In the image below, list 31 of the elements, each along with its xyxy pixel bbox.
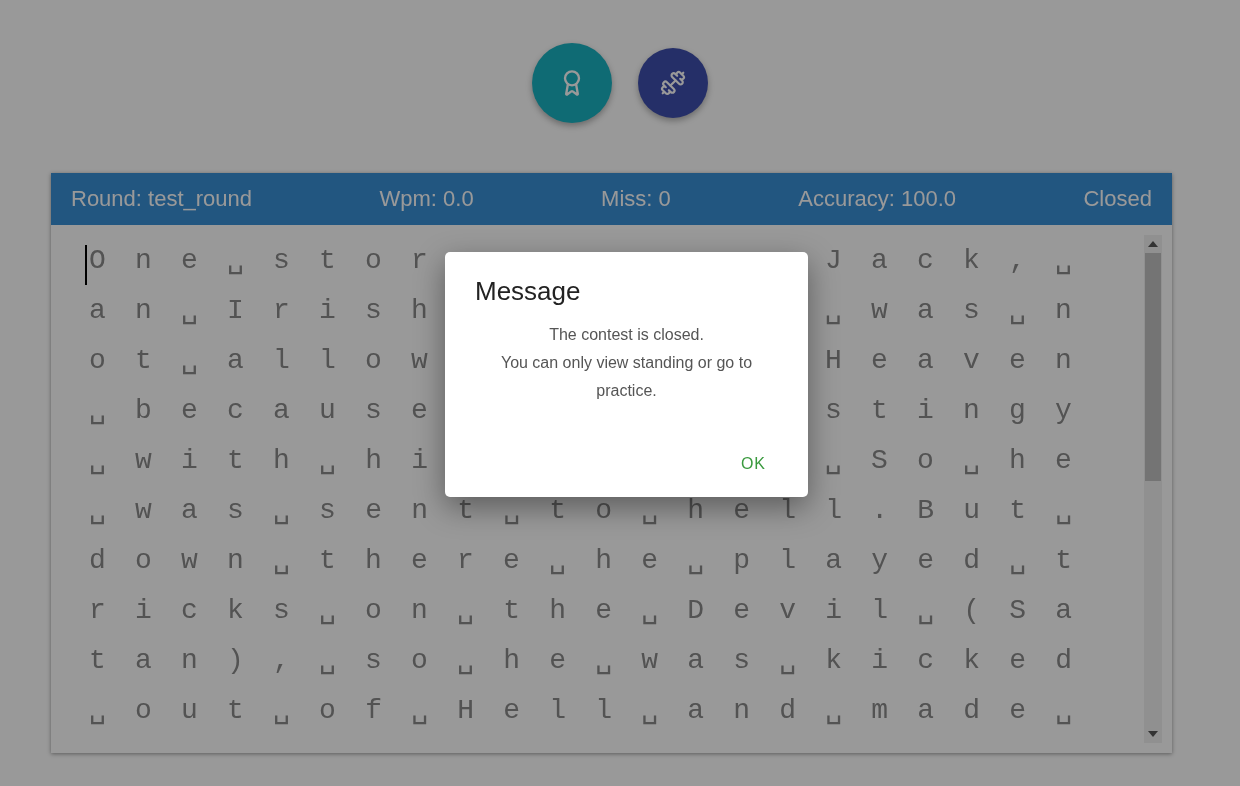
dumbbell-icon [660, 70, 686, 96]
practice-button[interactable] [638, 48, 708, 118]
typing-text: ot␣allow [89, 344, 458, 378]
stat-text: Accuracy: 100.0 [798, 186, 956, 212]
scroll-thumb[interactable] [1145, 253, 1161, 481]
typing-text: Heaven [824, 344, 1101, 378]
dialog-title: Message [475, 276, 582, 307]
typing-text: ␣was␣n [824, 294, 1101, 328]
typing-text: One␣stor [89, 244, 458, 278]
typing-text: ␣with␣hi [89, 444, 458, 478]
typing-text: tan),␣so␣he␣was␣kicked [89, 644, 1102, 678]
scroll-up-icon[interactable] [1148, 241, 1158, 247]
typing-text: ricks␣on␣the␣Devil␣(Sa [89, 594, 1102, 628]
dialog-message: You can only view standing or go to practice. [499, 353, 754, 401]
typing-text: ␣because [89, 394, 458, 428]
typing-text: Jack,␣ [824, 244, 1101, 278]
typing-text: an␣Irish [89, 294, 458, 328]
stat-text: Round: test_round [71, 186, 253, 212]
status-text: Closed [1083, 186, 1152, 212]
typing-text: ␣out␣of␣Hell␣and␣made␣ [89, 694, 1102, 728]
stat-text: Wpm: 0.0 [379, 186, 474, 212]
stat-text: Miss: 0 [601, 186, 671, 212]
typing-text: down␣there␣he␣played␣t [89, 544, 1102, 578]
scroll-down-icon[interactable] [1148, 731, 1158, 737]
typing-text: stingy [824, 394, 1101, 428]
ok-button[interactable]: OK [728, 447, 778, 481]
dialog-message: The contest is closed. [548, 325, 705, 345]
text-cursor [85, 245, 87, 285]
award-button[interactable] [532, 43, 612, 123]
scrollbar[interactable] [1144, 235, 1162, 743]
typing-text: ␣So␣he [824, 444, 1101, 478]
